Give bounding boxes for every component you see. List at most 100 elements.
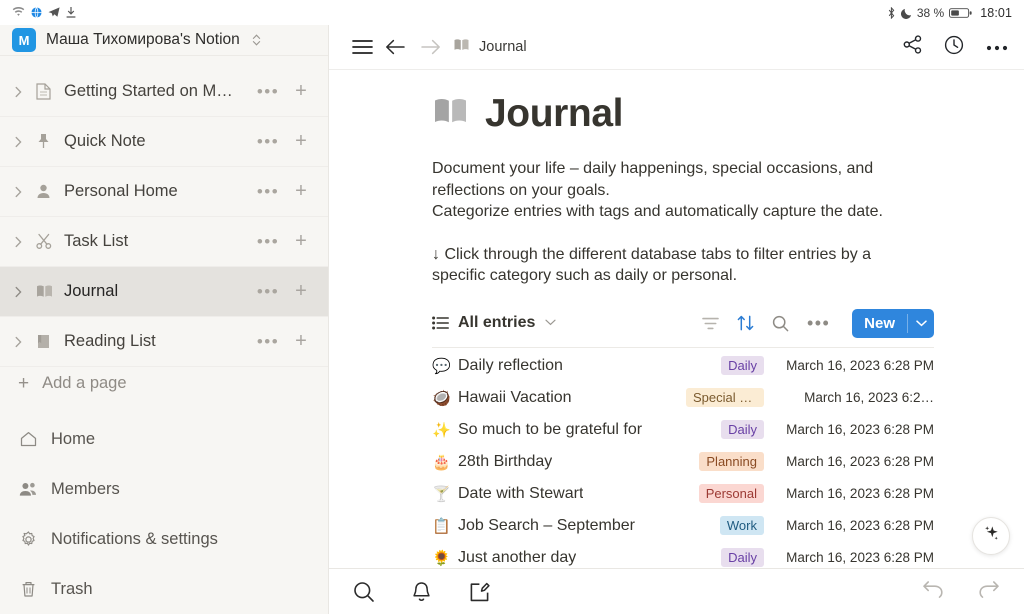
sidebar-item-journal[interactable]: Journal ••• + bbox=[0, 267, 328, 317]
row-title[interactable]: 28th Birthday bbox=[458, 453, 552, 471]
sidebar-nav-label: Home bbox=[51, 430, 95, 449]
chevron-down-icon[interactable] bbox=[908, 309, 934, 338]
chevron-updown-icon bbox=[252, 33, 261, 47]
workspace-switcher[interactable]: M Маша Тихомирова's Notion bbox=[0, 25, 328, 56]
chevron-right-icon[interactable] bbox=[14, 336, 36, 348]
sidebar-item-getting-started[interactable]: Getting Started on M… ••• + bbox=[0, 67, 328, 117]
sidebar-item-home[interactable]: Home bbox=[0, 414, 328, 464]
battery-percent: 38 % bbox=[917, 6, 944, 20]
row-title[interactable]: Job Search – September bbox=[458, 517, 635, 535]
row-title[interactable]: Daily reflection bbox=[458, 357, 563, 375]
filter-icon[interactable] bbox=[702, 317, 719, 330]
speech-balloon-icon: 💬 bbox=[432, 357, 458, 375]
row-title[interactable]: Just another day bbox=[458, 549, 576, 567]
more-icon[interactable]: ••• bbox=[248, 182, 288, 202]
sidebar-item-task-list[interactable]: Task List ••• + bbox=[0, 217, 328, 267]
compose-icon[interactable] bbox=[469, 581, 527, 603]
page-paragraph-1[interactable]: Document your life – daily happenings, s… bbox=[432, 158, 912, 201]
clock-time: 18:01 bbox=[980, 6, 1012, 20]
sort-icon[interactable] bbox=[737, 315, 754, 331]
new-entry-button[interactable]: New bbox=[852, 309, 934, 338]
status-badge: Personal bbox=[699, 484, 764, 503]
table-row[interactable]: 💬 Daily reflection Daily March 16, 2023 … bbox=[432, 350, 934, 382]
row-date: March 16, 2023 6:2… bbox=[764, 390, 934, 405]
back-arrow-icon[interactable] bbox=[377, 39, 413, 55]
chevron-right-icon[interactable] bbox=[14, 136, 36, 148]
sidebar-item-reading-list[interactable]: Reading List ••• + bbox=[0, 317, 328, 367]
sidebar-item-personal-home[interactable]: Personal Home ••• + bbox=[0, 167, 328, 217]
share-icon[interactable] bbox=[903, 35, 922, 59]
status-badge: Daily bbox=[721, 356, 764, 375]
sidebar-nav: Home Members Notifications & settings bbox=[0, 414, 328, 614]
page-list: Getting Started on M… ••• + Quick Note •… bbox=[0, 56, 328, 367]
database-rows: 💬 Daily reflection Daily March 16, 2023 … bbox=[432, 350, 934, 569]
telegram-icon bbox=[48, 7, 60, 18]
coconut-icon: 🥥 bbox=[432, 389, 458, 407]
row-tag-wrap: Special E… bbox=[686, 388, 764, 407]
wifi-icon bbox=[12, 7, 25, 18]
open-book-icon[interactable] bbox=[432, 96, 469, 133]
add-icon[interactable]: + bbox=[288, 80, 314, 103]
table-row[interactable]: 🌻 Just another day Daily March 16, 2023 … bbox=[432, 542, 934, 569]
chevron-right-icon[interactable] bbox=[14, 236, 36, 248]
sparkle-icon bbox=[982, 524, 1001, 548]
pin-icon bbox=[36, 133, 64, 150]
sidebar-item-quick-note[interactable]: Quick Note ••• + bbox=[0, 117, 328, 167]
sidebar-item-label: Journal bbox=[64, 282, 248, 301]
table-row[interactable]: 🎂 28th Birthday Planning March 16, 2023 … bbox=[432, 446, 934, 478]
bottom-toolbar bbox=[329, 568, 1024, 614]
sidebar-item-label: Getting Started on M… bbox=[64, 82, 248, 101]
search-icon[interactable] bbox=[772, 315, 789, 332]
chevron-right-icon[interactable] bbox=[14, 86, 36, 98]
page-title-text[interactable]: Journal bbox=[485, 92, 623, 136]
hamburger-menu-icon[interactable] bbox=[347, 39, 377, 55]
page-paragraph-3[interactable]: ↓ Click through the different database t… bbox=[432, 244, 912, 287]
status-badge: Daily bbox=[721, 548, 764, 567]
bell-icon[interactable] bbox=[411, 581, 469, 603]
database-view-selector[interactable]: All entries bbox=[432, 314, 556, 332]
row-date: March 16, 2023 6:28 PM bbox=[764, 358, 934, 373]
more-icon[interactable]: ••• bbox=[807, 319, 830, 327]
undo-icon[interactable] bbox=[922, 579, 944, 604]
table-row[interactable]: ✨ So much to be grateful for Daily March… bbox=[432, 414, 934, 446]
add-icon[interactable]: + bbox=[288, 130, 314, 153]
page-content: Journal Document your life – daily happe… bbox=[329, 70, 1024, 568]
history-icon[interactable] bbox=[944, 35, 964, 60]
list-view-icon bbox=[432, 316, 449, 330]
row-tag-wrap: Work bbox=[720, 516, 764, 535]
redo-icon[interactable] bbox=[978, 579, 1000, 604]
chevron-right-icon[interactable] bbox=[14, 186, 36, 198]
table-row[interactable]: 📋 Job Search – September Work March 16, … bbox=[432, 510, 934, 542]
row-title[interactable]: Hawaii Vacation bbox=[458, 389, 572, 407]
sidebar-item-notifications-settings[interactable]: Notifications & settings bbox=[0, 514, 328, 564]
sparkles-icon: ✨ bbox=[432, 421, 458, 439]
search-icon[interactable] bbox=[353, 581, 411, 603]
add-icon[interactable]: + bbox=[288, 180, 314, 203]
more-icon[interactable]: ••• bbox=[248, 232, 288, 252]
more-icon[interactable] bbox=[986, 38, 1008, 56]
more-icon[interactable]: ••• bbox=[248, 132, 288, 152]
add-icon[interactable]: + bbox=[288, 280, 314, 303]
home-icon bbox=[18, 431, 38, 447]
row-tag-wrap: Daily bbox=[721, 548, 764, 567]
chevron-right-icon[interactable] bbox=[14, 286, 36, 298]
page-paragraph-2[interactable]: Categorize entries with tags and automat… bbox=[432, 201, 912, 223]
add-icon[interactable]: + bbox=[288, 230, 314, 253]
more-icon[interactable]: ••• bbox=[248, 332, 288, 352]
more-icon[interactable]: ••• bbox=[248, 82, 288, 102]
row-title[interactable]: Date with Stewart bbox=[458, 485, 583, 503]
ai-assistant-button[interactable] bbox=[972, 517, 1010, 555]
forward-arrow-icon[interactable] bbox=[413, 39, 449, 55]
sunflower-icon: 🌻 bbox=[432, 549, 458, 567]
row-date: March 16, 2023 6:28 PM bbox=[764, 518, 934, 533]
row-title[interactable]: So much to be grateful for bbox=[458, 421, 642, 439]
sidebar-item-members[interactable]: Members bbox=[0, 464, 328, 514]
add-icon[interactable]: + bbox=[288, 330, 314, 353]
add-a-page-button[interactable]: + Add a page bbox=[0, 367, 328, 400]
breadcrumb[interactable]: Journal bbox=[453, 38, 527, 56]
table-row[interactable]: 🥥 Hawaii Vacation Special E… March 16, 2… bbox=[432, 382, 934, 414]
row-tag-wrap: Planning bbox=[699, 452, 764, 471]
table-row[interactable]: 🍸 Date with Stewart Personal March 16, 2… bbox=[432, 478, 934, 510]
sidebar-item-trash[interactable]: Trash bbox=[0, 564, 328, 614]
more-icon[interactable]: ••• bbox=[248, 282, 288, 302]
